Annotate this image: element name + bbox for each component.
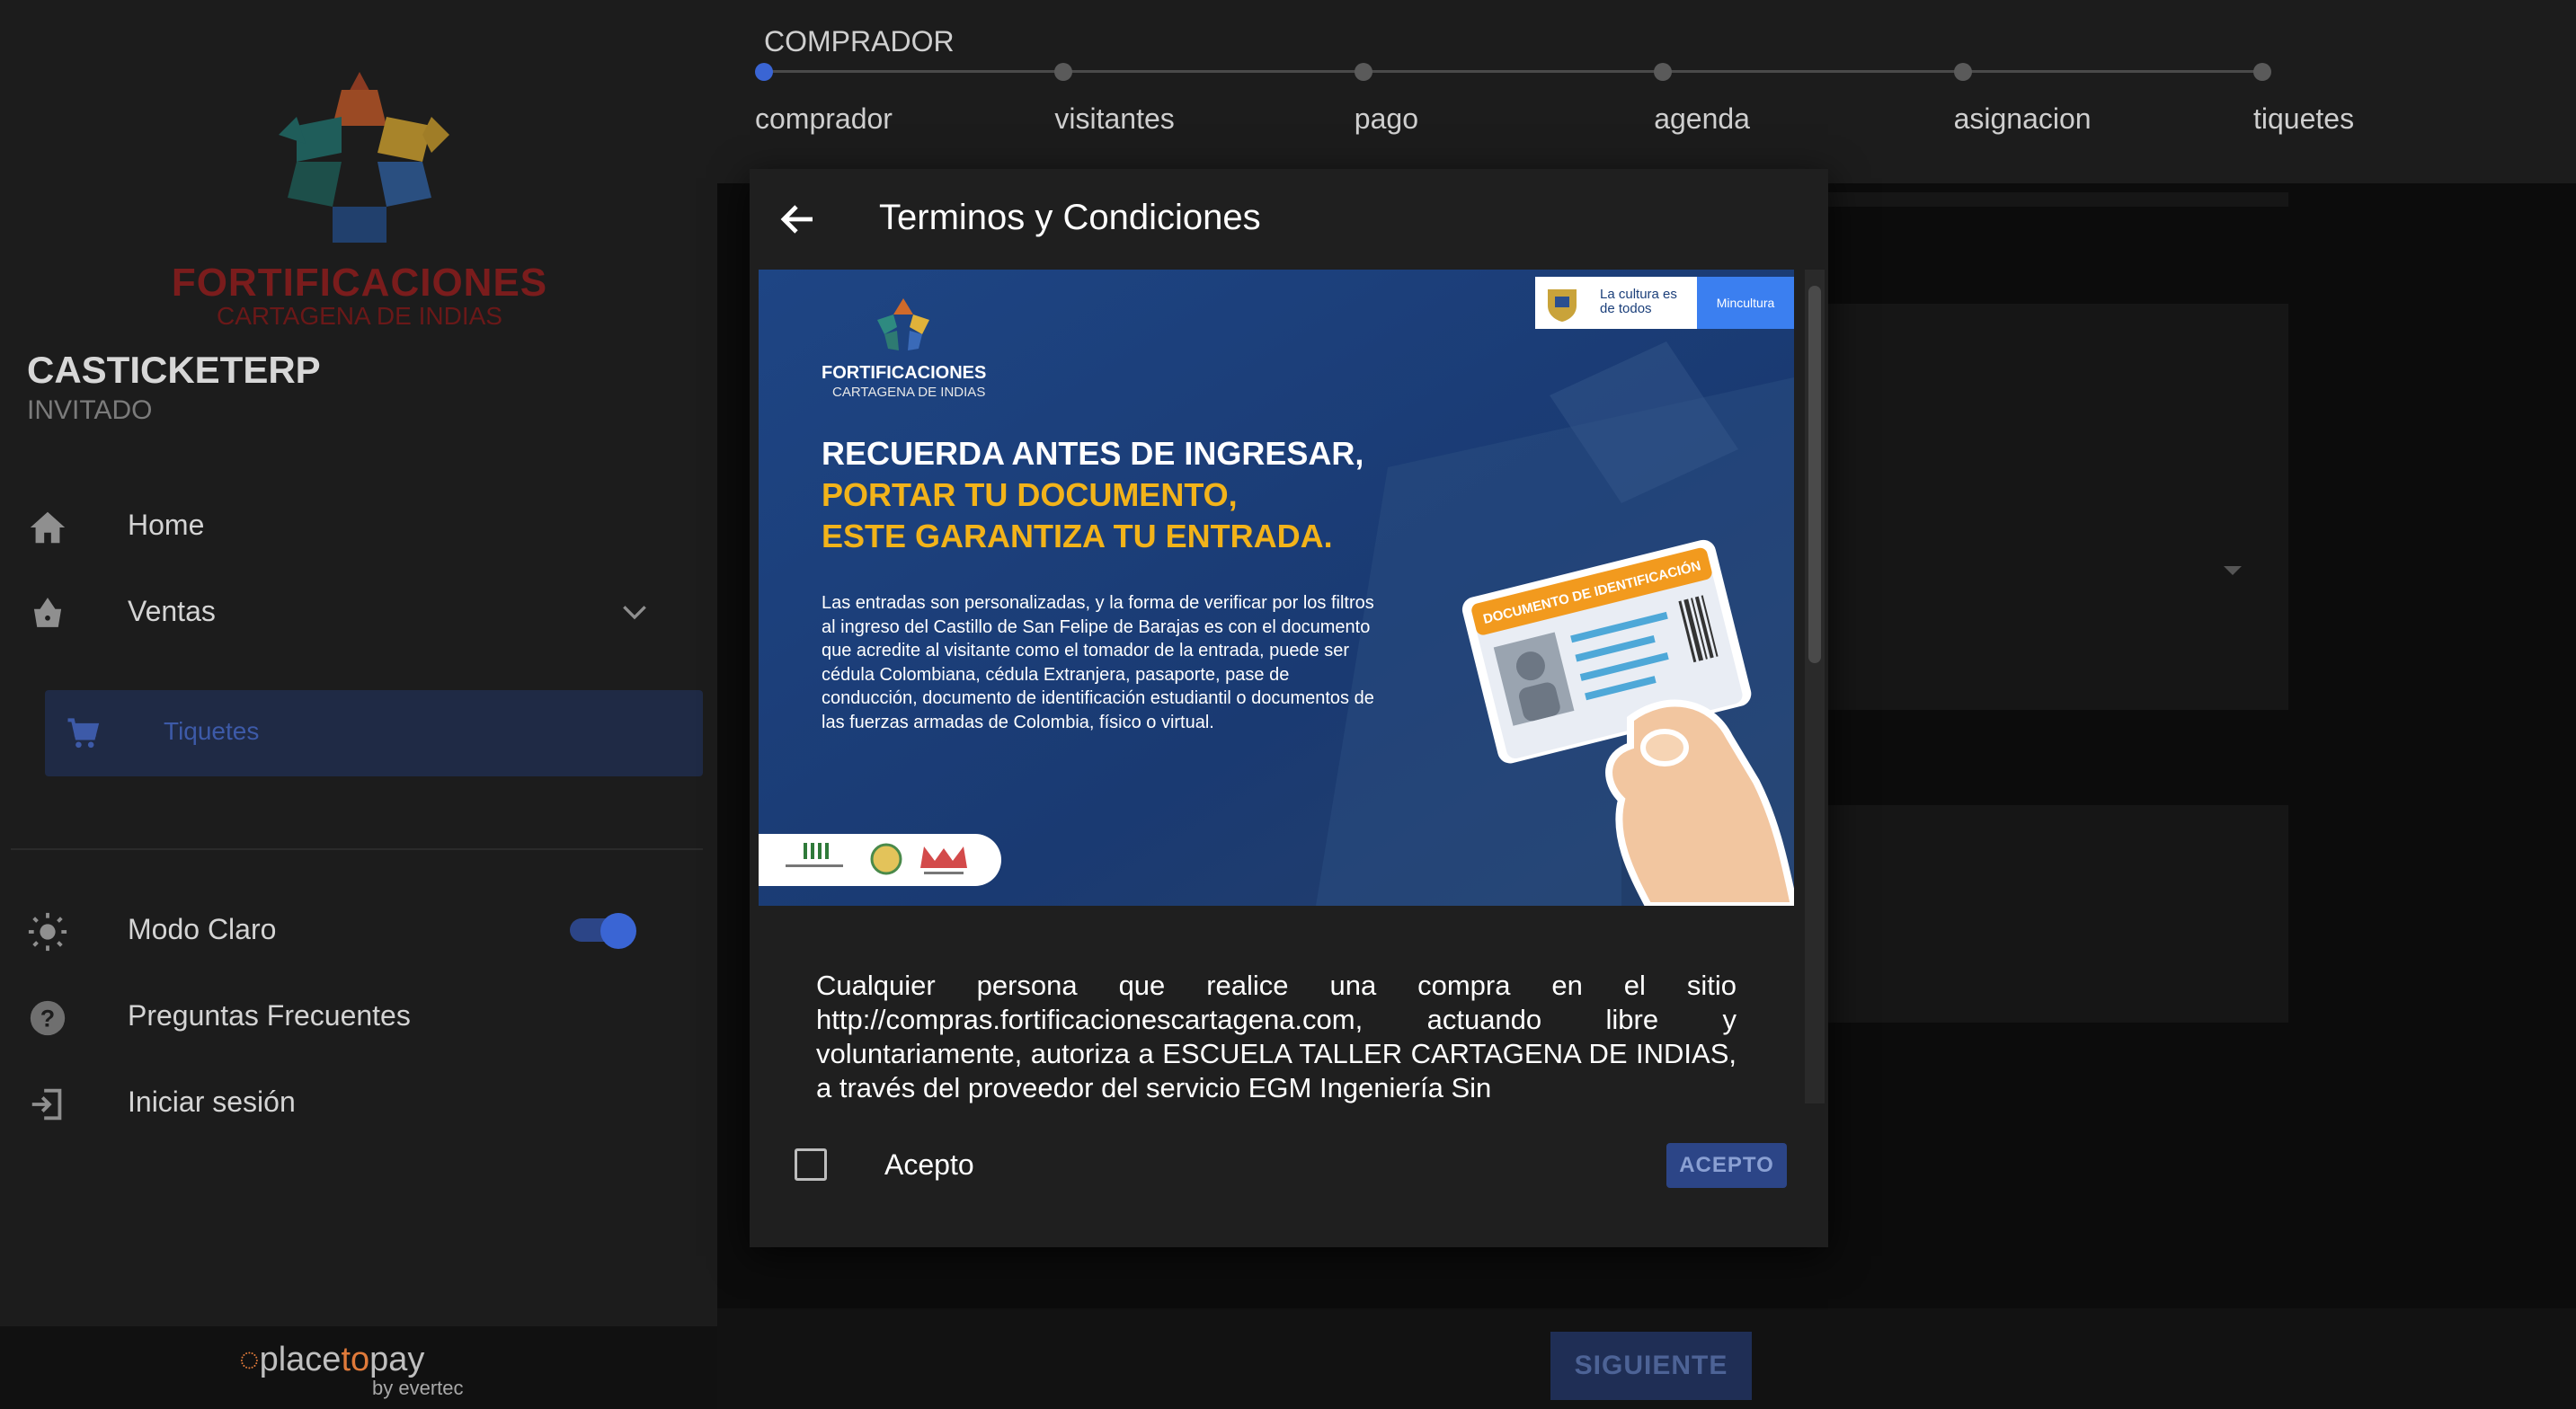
step-dot-comprador[interactable] xyxy=(755,63,773,81)
accept-checkbox-label[interactable]: Acepto xyxy=(884,1148,974,1182)
banner-headline-3: ESTE GARANTIZA TU ENTRADA. xyxy=(822,518,1333,554)
banner-logo-title: FORTIFICACIONES xyxy=(822,363,987,383)
sidebar-item-label: Ventas xyxy=(128,594,216,627)
sidebar-item-label: Preguntas Frecuentes xyxy=(128,998,411,1032)
step-dot-pago[interactable] xyxy=(1354,63,1372,81)
back-arrow-icon[interactable] xyxy=(777,198,820,241)
svg-text:?: ? xyxy=(40,1006,55,1032)
step-label-pago[interactable]: pago xyxy=(1355,102,1418,136)
background-form-panel xyxy=(1826,304,2288,710)
banner-logo-subtitle: CARTAGENA DE INDIAS xyxy=(832,385,986,400)
step-label-visitantes[interactable]: visitantes xyxy=(1054,102,1174,136)
help-icon: ? xyxy=(30,1000,66,1036)
basket-icon xyxy=(33,598,62,627)
sidebar-item-tiquetes[interactable]: Tiquetes xyxy=(45,690,703,776)
brand-name: CASTICKETERP xyxy=(27,349,321,391)
sidebar-item-label: Tiquetes xyxy=(164,717,260,745)
sidebar-item-iniciar-sesion[interactable]: Iniciar sesión xyxy=(0,1066,717,1138)
home-icon xyxy=(30,511,66,544)
dialog-body: FORTIFICACIONES CARTAGENA DE INDIAS La c… xyxy=(759,270,1803,1103)
terms-dialog: Terminos y Condiciones FORTIFICACIONES C… xyxy=(750,169,1828,1247)
accept-button[interactable]: ACEPTO xyxy=(1666,1143,1787,1188)
sponsor-logos-icon xyxy=(786,843,967,875)
accept-checkbox[interactable] xyxy=(795,1148,827,1181)
dropdown-caret-icon[interactable] xyxy=(2222,564,2243,577)
background-panel xyxy=(1826,192,2288,207)
evertec-byline: by evertec xyxy=(372,1377,464,1399)
sun-icon xyxy=(28,912,67,952)
banner-headline-1: RECUERDA ANTES DE INGRESAR, xyxy=(822,435,1364,472)
document-reminder-banner: FORTIFICACIONES CARTAGENA DE INDIAS La c… xyxy=(759,270,1794,906)
light-mode-toggle[interactable] xyxy=(570,913,636,949)
sidebar-divider xyxy=(11,848,703,850)
dialog-title: Terminos y Condiciones xyxy=(879,198,1261,237)
sidebar-item-preguntas-frecuentes[interactable]: ? Preguntas Frecuentes xyxy=(0,979,717,1051)
login-icon xyxy=(31,1088,62,1121)
terms-text: Cualquier persona que realice una compra… xyxy=(816,970,1737,1103)
cart-icon xyxy=(67,718,100,749)
fortificaciones-logo: FORTIFICACIONES CARTAGENA DE INDIAS xyxy=(162,63,557,332)
ministry-left: La cultura es de todos xyxy=(1535,277,1697,329)
sidebar-item-ventas[interactable]: Ventas xyxy=(0,575,717,647)
colombia-shield-icon xyxy=(1548,289,1577,322)
step-label-tiquetes[interactable]: tiquetes xyxy=(2253,102,2354,136)
toggle-knob xyxy=(600,913,636,949)
id-card-hand-illustration: DOCUMENTO DE IDENTIFICACIÓN xyxy=(1461,539,1794,906)
sidebar-item-label: Iniciar sesión xyxy=(128,1085,296,1118)
fortress-star-small-icon xyxy=(877,298,929,350)
step-dot-tiquetes[interactable] xyxy=(2253,63,2271,81)
scrollbar-thumb[interactable] xyxy=(1808,286,1821,663)
fortress-star-logo-icon xyxy=(279,72,449,243)
dialog-footer: Acepto ACEPTO xyxy=(750,1103,1828,1247)
sidebar: FORTIFICACIONES CARTAGENA DE INDIAS CAST… xyxy=(0,0,717,1409)
user-role: INVITADO xyxy=(27,395,153,425)
sidebar-item-label: Modo Claro xyxy=(128,912,277,945)
chevron-down-icon[interactable] xyxy=(617,595,653,631)
sponsors-strip xyxy=(759,834,1001,886)
step-label-asignacion[interactable]: asignacion xyxy=(1954,102,2092,136)
step-dot-asignacion[interactable] xyxy=(1953,63,1972,81)
stepper xyxy=(717,0,2576,183)
banner-body-text: Las entradas son personalizadas, y la fo… xyxy=(822,593,1374,732)
step-label-comprador[interactable]: comprador xyxy=(755,102,893,136)
logo-title: FORTIFICACIONES xyxy=(171,261,548,305)
background-panel xyxy=(1826,805,2288,1023)
dialog-header: Terminos y Condiciones xyxy=(750,169,1828,270)
logo-subtitle: CARTAGENA DE INDIAS xyxy=(217,302,502,330)
next-button[interactable]: SIGUIENTE xyxy=(1550,1332,1752,1400)
sidebar-item-label: Home xyxy=(128,508,205,541)
stepper-title: COMPRADOR xyxy=(764,25,955,58)
mincultura-badge: La cultura es de todos Mincultura xyxy=(1535,277,1794,329)
stepper-line xyxy=(764,70,2263,73)
step-label-agenda[interactable]: agenda xyxy=(1654,102,1750,136)
ministry-right: Mincultura xyxy=(1697,277,1794,329)
banner-headline-2: PORTAR TU DOCUMENTO, xyxy=(822,476,1238,513)
placetopay-logo: ◌placetopay xyxy=(239,1341,425,1378)
sidebar-item-home[interactable]: Home xyxy=(0,489,717,561)
